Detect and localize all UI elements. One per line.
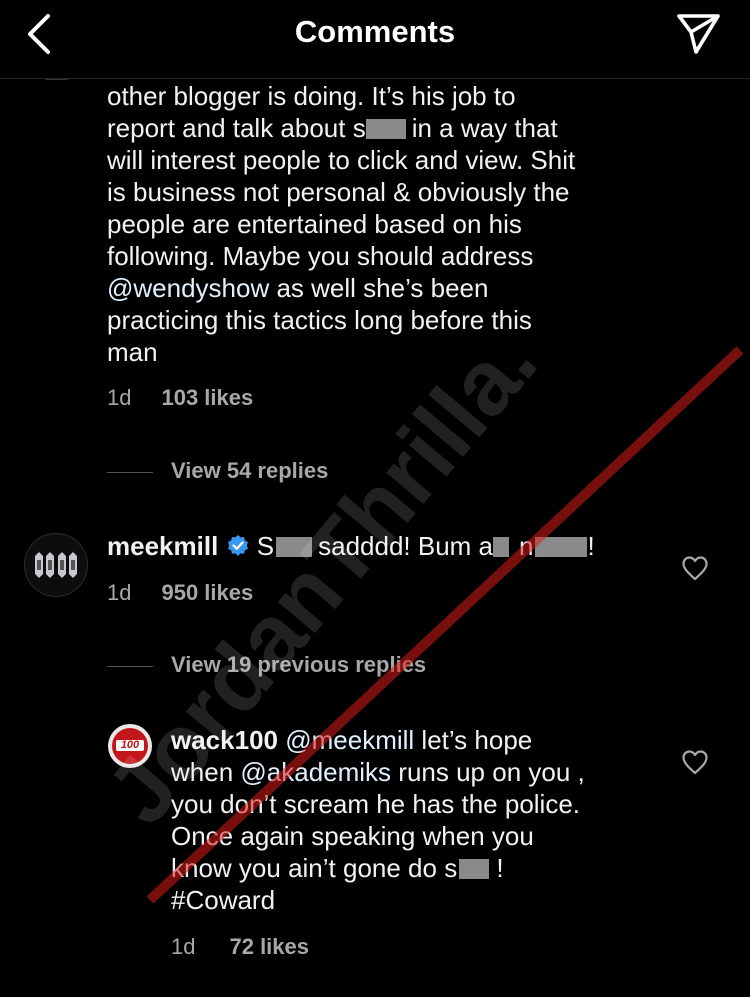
comment3-likes[interactable]: 72 likes: [229, 934, 309, 959]
mention-link[interactable]: @wendyshow: [107, 273, 269, 303]
wack100-avatar[interactable]: 100: [108, 724, 152, 768]
comment1-line: man: [107, 337, 158, 367]
comment2-text-part: sadddd! Bum a: [318, 531, 493, 561]
comment2-text-part: S: [256, 531, 275, 561]
share-button[interactable]: [674, 10, 722, 56]
comment3-line: you don’t scream he has the police.: [171, 789, 581, 819]
avatar-text: 100: [120, 739, 140, 751]
comment1-line: will interest people to click and view. …: [107, 145, 576, 175]
comment1-text: other blogger is doing. It’s his job to …: [107, 80, 727, 368]
heart-outline-icon[interactable]: [681, 555, 709, 581]
comment3-hashtag[interactable]: #Coward: [171, 884, 671, 916]
censor-block: [459, 859, 490, 879]
comment3-line: when @akademiks runs up on you ,: [171, 756, 671, 788]
view-replies-label: View 54 replies: [171, 458, 329, 483]
comment1-line: practicing this tactics long before this: [107, 305, 532, 335]
page-title: Comments: [294, 14, 456, 49]
comment3-line-part: runs up on you ,: [391, 757, 585, 787]
header-bar: Comments: [0, 0, 750, 79]
censor-block: [365, 119, 406, 139]
comment1-view-replies[interactable]: View 54 replies: [107, 458, 328, 484]
censor-block: [276, 537, 313, 557]
comment1-time: 1d: [107, 385, 132, 410]
meekmill-avatar[interactable]: [24, 533, 88, 597]
diamond-logo-icon: [35, 552, 77, 578]
comment3-line: wack100 @meekmill let’s hope: [171, 724, 671, 756]
censor-block: [535, 537, 588, 557]
comment3-time: 1d: [171, 934, 196, 959]
comment2-time: 1d: [107, 580, 132, 605]
comment2-username[interactable]: meekmill: [107, 531, 218, 561]
comment1-line: is business not personal & obviously the: [107, 177, 570, 207]
comment3-line: know you ain’t gone do s !: [171, 852, 671, 884]
comment1-line: report and talk about s in a way that: [107, 112, 727, 144]
paper-plane-icon: [677, 14, 720, 54]
view-replies-label: View 19 previous replies: [171, 652, 427, 677]
verified-badge-icon: [227, 535, 248, 556]
comment3-line-part: know you ain’t gone do s: [171, 853, 458, 883]
replies-divider: [107, 471, 153, 473]
comment3-text: wack100 @meekmill let’s hope when @akade…: [171, 724, 671, 916]
mention-link[interactable]: @akademiks: [240, 757, 391, 787]
comment3-line-part: !: [489, 853, 504, 883]
comment2-text-part: n: [519, 531, 534, 561]
mention-link[interactable]: @meekmill: [285, 725, 414, 755]
comment1-line-part: as well she’s been: [269, 273, 489, 303]
comment1-meta: 1d 103 likes: [107, 385, 253, 411]
comment3-line-part: when: [171, 757, 241, 787]
comment2-text: meekmill Ssadddd! Bum a n!: [107, 530, 697, 562]
comment2-likes[interactable]: 950 likes: [161, 580, 253, 605]
comment3-line: Once again speaking when you: [171, 821, 534, 851]
replies-divider: [107, 665, 153, 667]
comment1-likes[interactable]: 103 likes: [161, 385, 253, 410]
comment1-line: people are entertained based on his: [107, 209, 522, 239]
censor-block: [493, 537, 509, 557]
comment3-username[interactable]: wack100: [171, 725, 278, 755]
comment1-line: following. Maybe you should address: [107, 241, 534, 271]
comment2-view-replies[interactable]: View 19 previous replies: [107, 652, 426, 678]
comment1-line: other blogger is doing. It’s his job to: [107, 81, 516, 111]
comment2-meta: 1d 950 likes: [107, 580, 253, 606]
heart-outline-icon[interactable]: [681, 749, 709, 775]
comment3-line-part: let’s hope: [414, 725, 533, 755]
comment3-meta: 1d 72 likes: [171, 934, 309, 960]
comment1-line-part: report and talk about s: [107, 113, 366, 143]
comment2-text-part: !: [587, 531, 595, 561]
comment1-line: @wendyshow as well she’s been: [107, 272, 727, 304]
comment1-line-part: in a way that: [411, 113, 558, 143]
